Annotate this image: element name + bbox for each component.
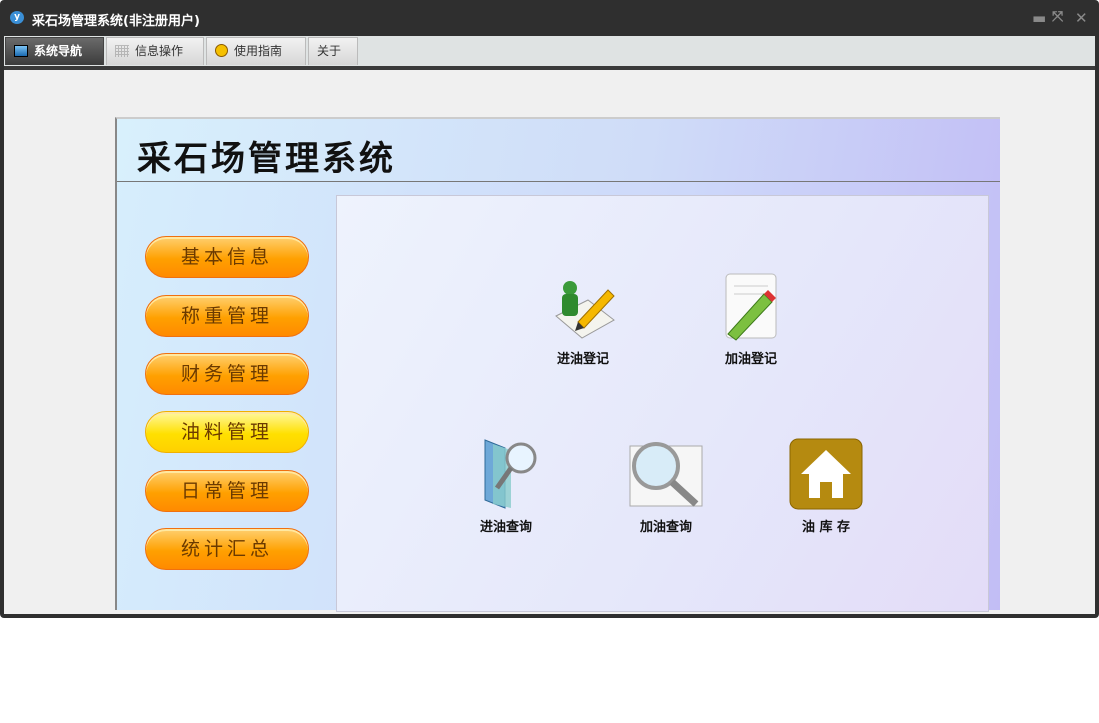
register-pencil-icon <box>555 281 615 339</box>
tab-bar: 系统导航 信息操作 使用指南 关于 <box>4 36 1095 66</box>
fuel-stock[interactable]: 油 库 存 <box>776 438 876 535</box>
item-label: 进油查询 <box>479 520 532 535</box>
item-label: 加油查询 <box>639 520 692 535</box>
fueling-register[interactable]: 加油登记 <box>701 270 801 367</box>
monitor-icon <box>14 45 28 57</box>
folder-search-icon <box>484 439 537 509</box>
menu-fuel[interactable]: 油料管理 <box>145 411 309 453</box>
tab-label: 系统导航 <box>34 44 83 58</box>
window-title: 采石场管理系统(非注册用户) <box>32 14 200 29</box>
menu-weighing[interactable]: 称重管理 <box>145 295 309 337</box>
app-logo-icon: y <box>10 11 24 24</box>
help-icon <box>215 44 228 57</box>
menu-finance[interactable]: 财务管理 <box>145 353 309 395</box>
fuel-in-query[interactable]: 进油查询 <box>456 438 556 535</box>
function-panel: 进油登记 加油登记 进油查询 加油查询 油 库 存 <box>336 195 989 612</box>
tab-label: 关于 <box>317 44 342 58</box>
tab-label: 信息操作 <box>135 44 184 58</box>
menu-statistics[interactable]: 统计汇总 <box>145 528 309 570</box>
title-bar: y 采石场管理系统(非注册用户) ▬ ⤧ ✕ <box>0 0 1099 36</box>
tab-system-nav[interactable]: 系统导航 <box>5 37 104 65</box>
system-header: 采石场管理系统 <box>117 119 1000 182</box>
home-icon <box>789 438 863 510</box>
item-label: 油 库 存 <box>801 520 851 535</box>
grid-icon <box>115 45 129 57</box>
fueling-query[interactable]: 加油查询 <box>616 438 716 535</box>
close-icon[interactable]: ✕ <box>1075 9 1088 27</box>
restore-icon[interactable]: ⤧ <box>1052 9 1063 25</box>
note-edit-icon <box>725 273 777 341</box>
tab-about[interactable]: 关于 <box>308 37 358 65</box>
fuel-in-register[interactable]: 进油登记 <box>533 270 633 367</box>
minimize-icon[interactable]: ▬ <box>1032 9 1046 27</box>
system-title: 采石场管理系统 <box>137 139 396 179</box>
item-label: 加油登记 <box>724 352 777 367</box>
menu-basic-info[interactable]: 基本信息 <box>145 236 309 278</box>
menu-daily[interactable]: 日常管理 <box>145 470 309 512</box>
nav-panel: 采石场管理系统 基本信息 称重管理 财务管理 油料管理 日常管理 统计汇总 进油… <box>115 117 1000 612</box>
tab-info-ops[interactable]: 信息操作 <box>106 37 204 65</box>
tab-guide[interactable]: 使用指南 <box>206 37 306 65</box>
magnifier-icon <box>629 442 703 507</box>
tab-label: 使用指南 <box>234 44 283 58</box>
item-label: 进油登记 <box>556 352 609 367</box>
